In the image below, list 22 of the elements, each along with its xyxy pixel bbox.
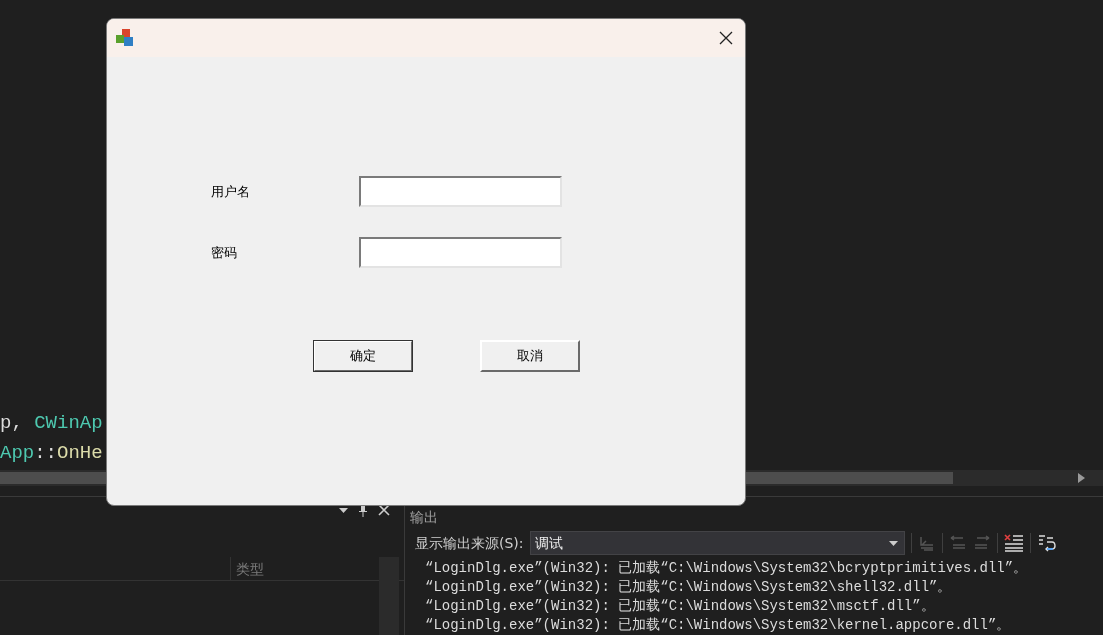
source-dropdown[interactable]: 调试 <box>529 531 905 555</box>
input-field[interactable] <box>359 176 562 207</box>
output-line: “LoginDlg.exe”(Win32): 已加载“C:\Windows\System32\bcryptprimitives.dll”。 <box>425 559 1029 578</box>
output-line: “LoginDlg.exe”(Win32): 已加载“C:\Windows\System32\kernel.appcore.dll”。 <box>425 616 1012 635</box>
field-label: 密码 <box>211 243 238 262</box>
close-icon[interactable] <box>719 31 733 45</box>
panel-title: 输出 <box>410 508 439 527</box>
input-field[interactable] <box>359 237 562 268</box>
field-label: 用户名 <box>211 182 251 201</box>
output-line: “LoginDlg.exe”(Win32): 已加载“C:\Windows\System32\msctf.dll”。 <box>425 597 936 616</box>
source-label: 显示输出来源(S): <box>415 533 524 553</box>
cubes-icon <box>115 28 135 48</box>
column-header[interactable]: 类型 <box>230 557 264 580</box>
scroll-right-icon[interactable] <box>1078 473 1085 483</box>
code-line: p, CWinAp <box>0 411 104 436</box>
caret-icon <box>888 540 898 546</box>
dialog-button[interactable]: 取消 <box>480 340 580 372</box>
clear-all-icon[interactable] <box>1003 534 1024 552</box>
dialog-button[interactable]: 确定 <box>313 340 413 372</box>
code-line: App::OnHe <box>0 441 104 466</box>
output-line: “LoginDlg.exe”(Win32): 已加载“C:\Windows\System32\shell32.dll”。 <box>425 578 953 597</box>
word-wrap-icon[interactable] <box>1036 534 1057 552</box>
